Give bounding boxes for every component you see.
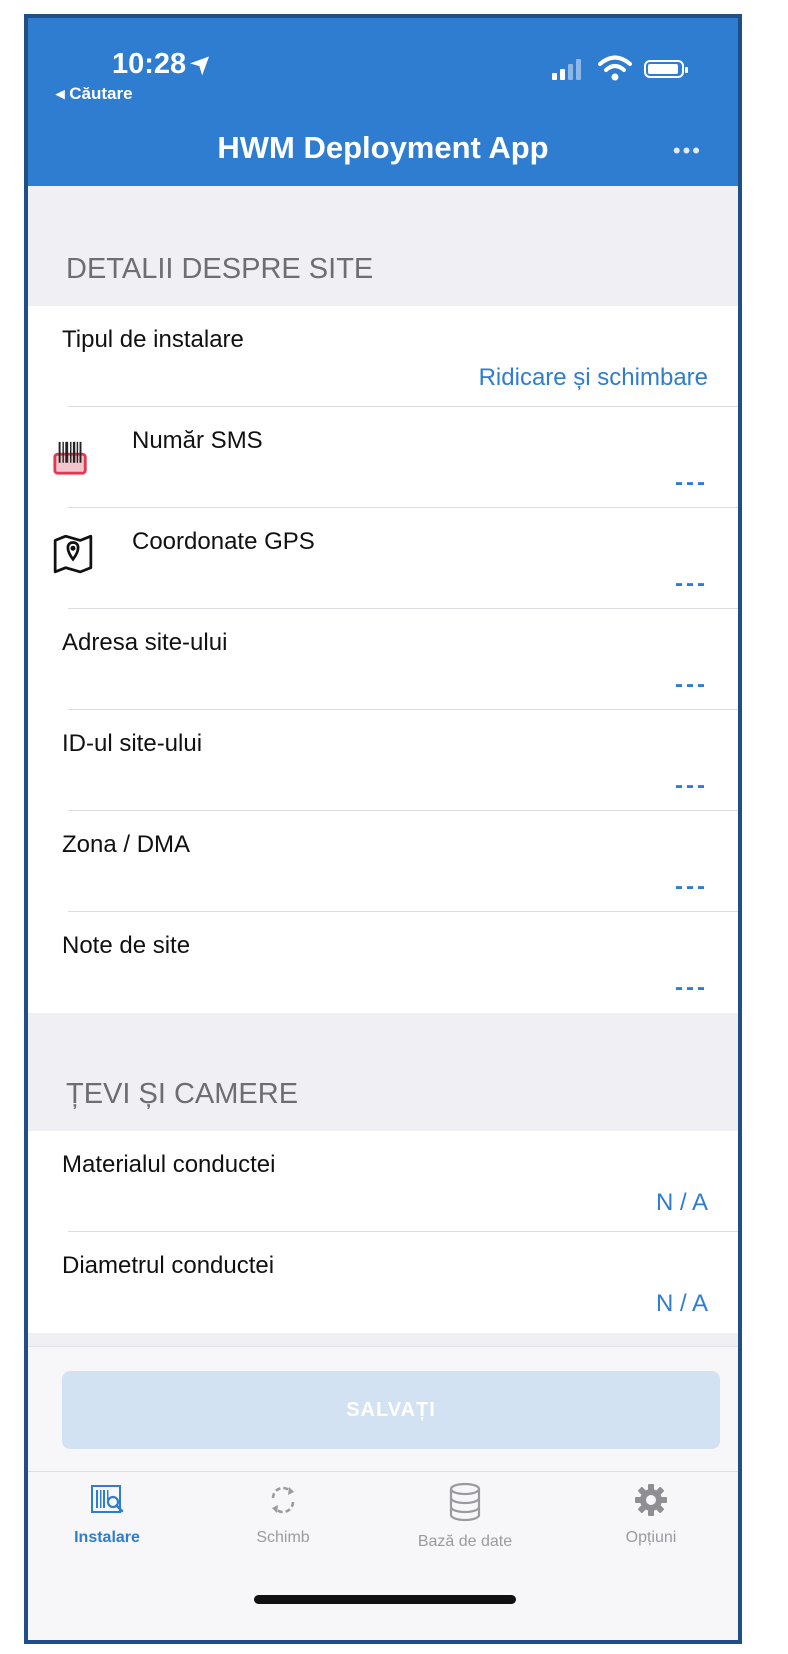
row-site-address[interactable]: Adresa site-ului --- [28,609,738,710]
pipes-list: Materialul conductei N / A Diametrul con… [28,1131,738,1333]
status-icons [552,54,702,84]
row-value: --- [675,570,708,597]
row-value: --- [675,671,708,698]
tab-label: Schimb [256,1529,310,1546]
tab-options[interactable]: Opțiuni [576,1482,726,1547]
battery-icon [644,60,688,78]
tab-label: Opțiuni [625,1529,677,1546]
row-value: --- [675,772,708,799]
row-label: Număr SMS [132,427,263,454]
app-frame: 10:28➤ ◂ Căutare HWM Deployment App ••• … [24,14,742,1644]
row-gps-coordinates[interactable]: Coordonate GPS --- [28,508,738,609]
row-value: N / A [655,1290,708,1317]
site-details-list: Tipul de instalare Ridicare și schimbare… [28,306,738,1013]
content-scroll[interactable]: DETALII DESPRE SITE Tipul de instalare R… [28,186,738,1344]
gear-icon [635,1484,667,1516]
tab-database[interactable]: Bază de date [390,1482,540,1551]
map-pin-icon [53,534,93,574]
tab-install[interactable]: Instalare [32,1482,182,1547]
section-title: DETALII DESPRE SITE [66,253,374,285]
row-value: N / A [655,1189,708,1216]
section-header-site: DETALII DESPRE SITE [28,186,738,306]
sync-icon [271,1486,295,1514]
barcode-scan-icon [91,1485,124,1513]
sms-barcode-icon [53,441,87,475]
row-label: Materialul conductei [62,1151,276,1178]
row-label: Diametrul conductei [62,1252,275,1279]
section-title: ȚEVI ȘI CAMERE [66,1078,299,1110]
home-indicator[interactable] [254,1595,516,1604]
location-arrow-icon: ➤ [185,46,219,81]
row-pipe-diameter[interactable]: Diametrul conductei N / A [28,1232,738,1333]
row-label: ID-ul site-ului [62,730,203,757]
row-label: Adresa site-ului [62,629,228,656]
row-zone-dma[interactable]: Zona / DMA --- [28,811,738,912]
bottom-bar: SALVAȚI Instalare Schimb Bază de date Op… [28,1346,738,1640]
row-label: Tipul de instalare [62,326,244,353]
more-options-button[interactable]: ••• [673,138,702,164]
database-icon [449,1482,481,1522]
row-value: --- [675,974,708,1001]
cellular-signal-icon [552,58,586,80]
row-sms-number[interactable]: Număr SMS --- [28,407,738,508]
wifi-icon [598,55,632,81]
tab-bar: Instalare Schimb Bază de date Opțiuni [28,1471,738,1612]
status-time: 10:28➤ [112,46,219,81]
row-label: Note de site [62,932,191,959]
row-site-notes[interactable]: Note de site --- [28,912,738,1013]
section-header-pipes: ȚEVI ȘI CAMERE [28,1013,738,1131]
row-value: --- [675,873,708,900]
save-button[interactable]: SALVAȚI [62,1371,720,1449]
row-label: Zona / DMA [62,831,191,858]
row-value: --- [675,469,708,496]
row-pipe-material[interactable]: Materialul conductei N / A [28,1131,738,1232]
row-label: Coordonate GPS [132,528,315,555]
tab-swap[interactable]: Schimb [208,1482,358,1547]
back-to-search-link[interactable]: ◂ Căutare [56,84,133,104]
page-title: HWM Deployment App [217,130,549,165]
row-installation-type[interactable]: Tipul de instalare Ridicare și schimbare [28,306,738,407]
row-value: Ridicare și schimbare [478,364,708,391]
tab-label: Bază de date [417,1533,513,1550]
app-header: 10:28➤ ◂ Căutare HWM Deployment App ••• [28,18,738,186]
row-site-id[interactable]: ID-ul site-ului --- [28,710,738,811]
tab-label: Instalare [74,1529,140,1546]
